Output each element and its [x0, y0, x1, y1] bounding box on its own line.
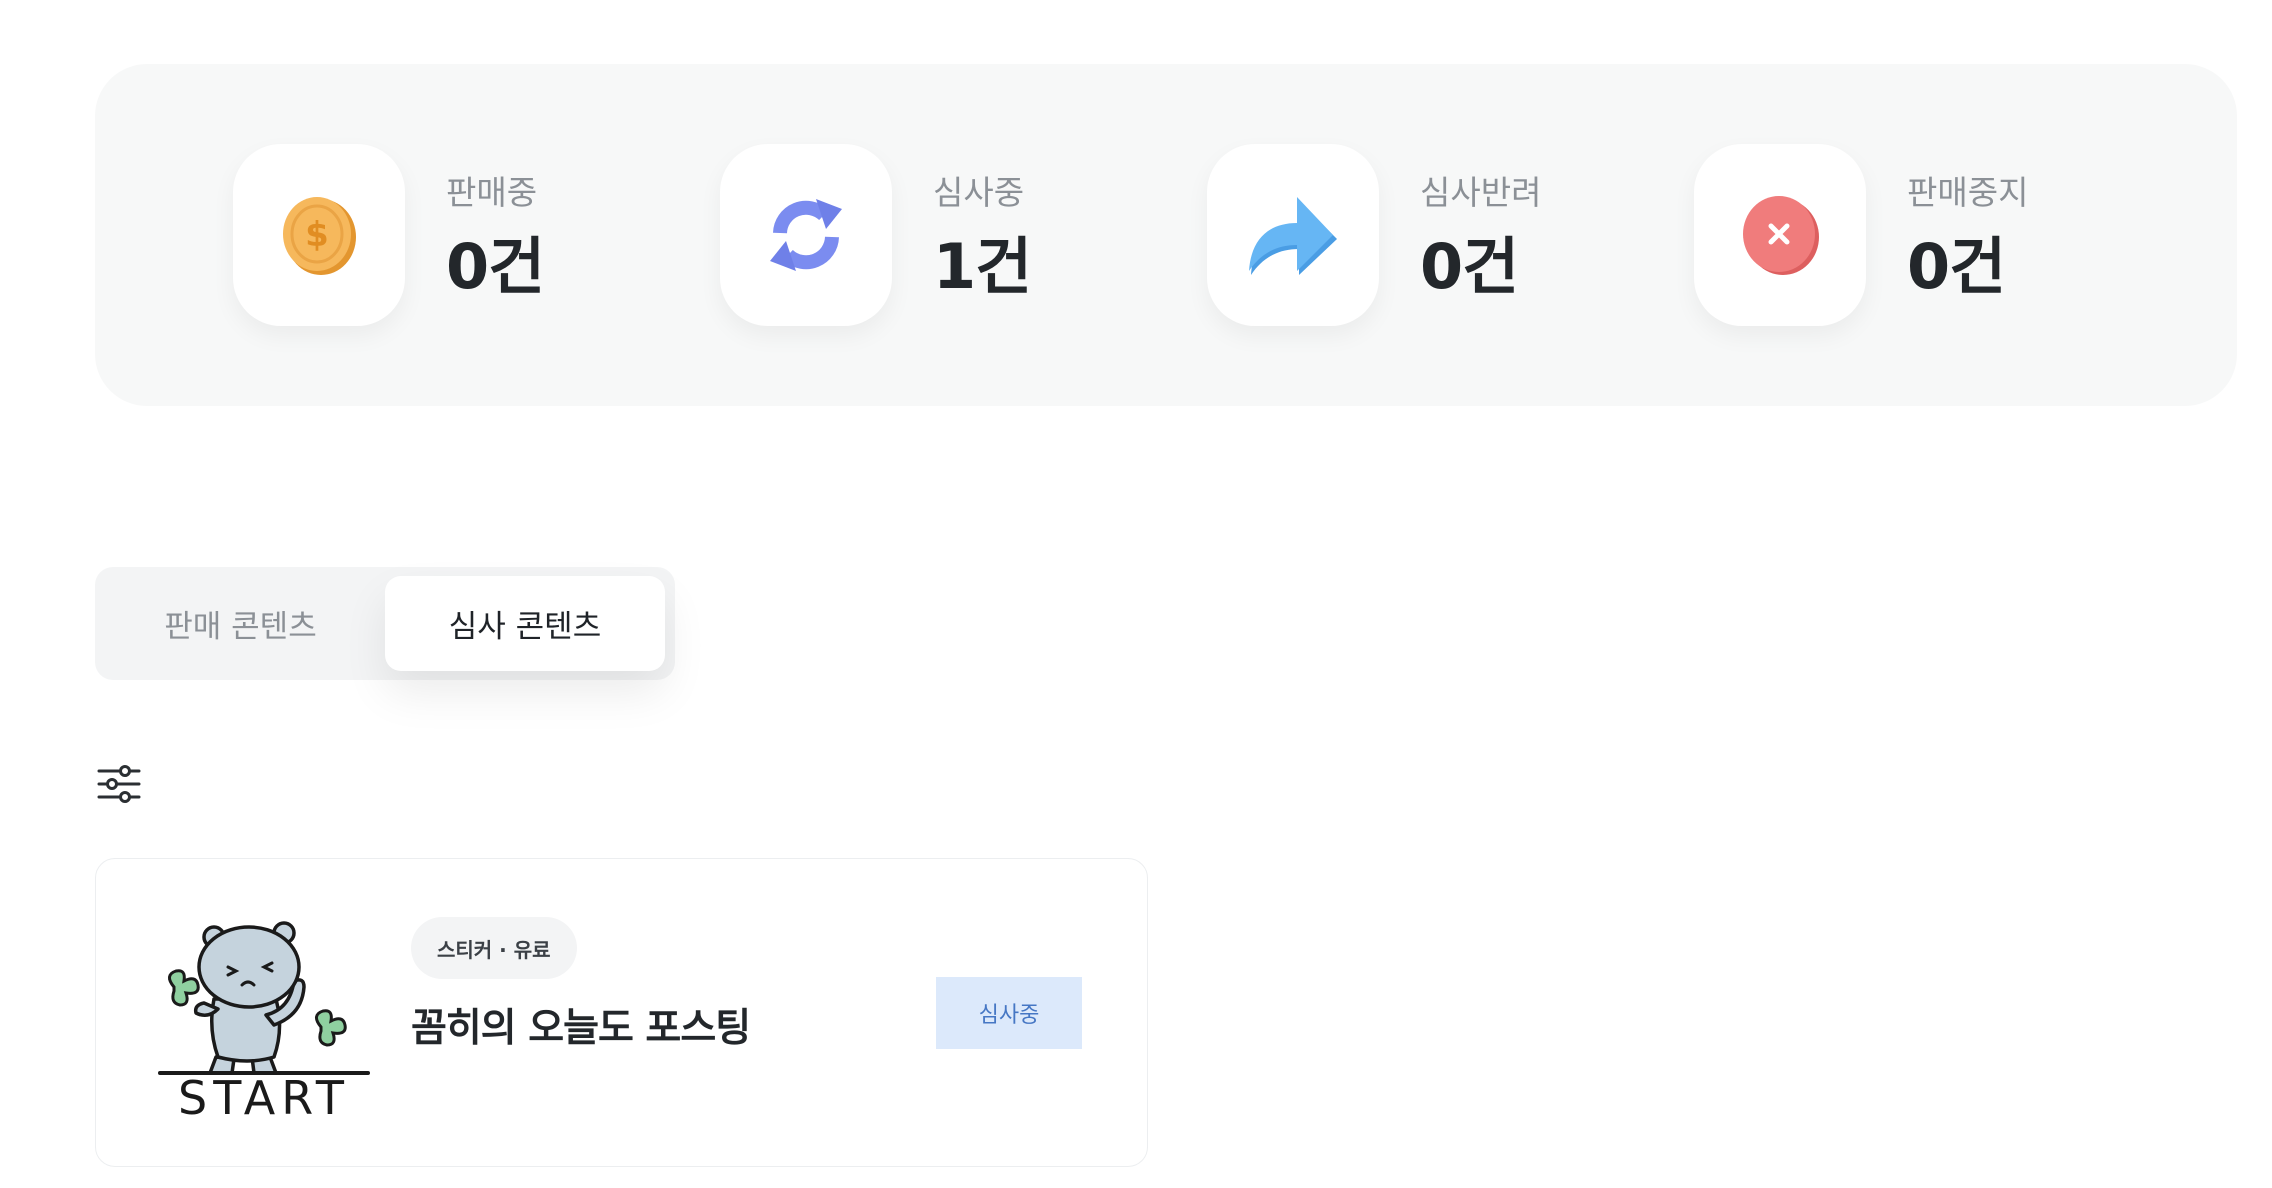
- stat-icon-box: [1207, 144, 1379, 326]
- stat-value: 0건: [1907, 230, 2006, 303]
- sticker-thumbnail: START: [158, 921, 370, 1119]
- x-circle-icon: [1743, 196, 1819, 275]
- tab-sales-content[interactable]: 판매 콘텐츠: [95, 567, 386, 680]
- content-title[interactable]: 꼼히의 오늘도 포스팅: [411, 997, 751, 1053]
- stat-icon-box: $: [233, 144, 405, 326]
- arrow-forward-icon: [1249, 197, 1337, 275]
- status-summary-panel: $ 판매중 0건 심사중 1건 심사반려 0건 판매중지 0건: [95, 64, 2237, 406]
- stat-value: 0건: [1420, 230, 1519, 303]
- tab-review-content[interactable]: 심사 콘텐츠: [385, 576, 665, 671]
- stat-icon-box: [720, 144, 892, 326]
- category-badge: 스티커 · 유료: [411, 917, 577, 979]
- content-card[interactable]: START 스티커 · 유료 꼼히의 오늘도 포스팅 심사중: [95, 858, 1148, 1167]
- stat-label: 심사반려: [1420, 173, 1542, 212]
- filter-button[interactable]: [95, 760, 143, 808]
- stat-label: 판매중: [446, 173, 538, 212]
- stat-label: 심사중: [933, 173, 1025, 212]
- stat-value: 1건: [933, 230, 1032, 303]
- coin-icon: $: [283, 197, 356, 275]
- content-tabs: 판매 콘텐츠 심사 콘텐츠: [95, 567, 675, 680]
- stat-label: 판매중지: [1907, 173, 2029, 212]
- stat-value: 0건: [446, 230, 545, 303]
- sliders-icon: [97, 765, 141, 803]
- refresh-icon: [770, 199, 842, 271]
- svg-text:$: $: [305, 215, 329, 255]
- stat-icon-box: [1694, 144, 1866, 326]
- thumbnail-text: START: [178, 1071, 350, 1119]
- status-badge: 심사중: [936, 977, 1082, 1049]
